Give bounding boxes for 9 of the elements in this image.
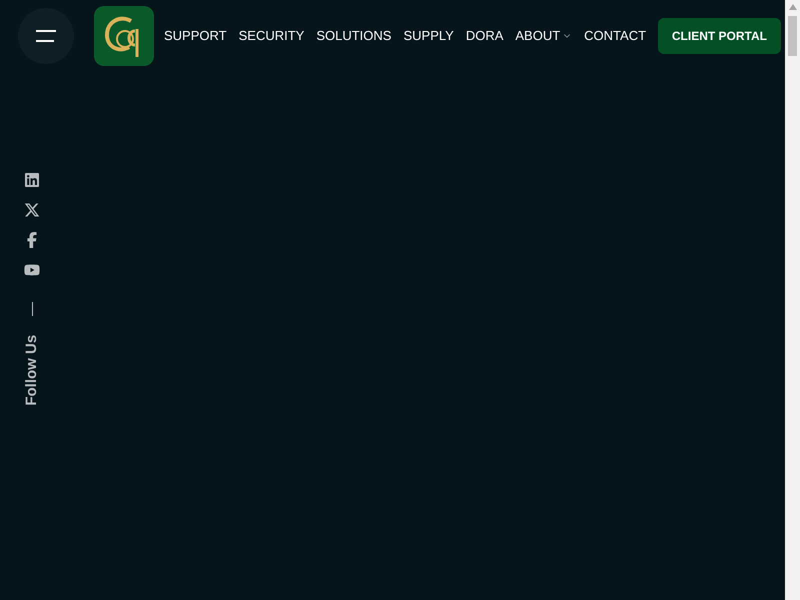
nav-link[interactable]: DORA: [466, 26, 504, 46]
nav-link[interactable]: SECURITY: [238, 26, 304, 46]
follow-us-label: Follow Us: [22, 334, 41, 406]
client-portal-button[interactable]: CLIENT PORTAL: [658, 18, 781, 54]
nav-link[interactable]: SOLUTIONS: [316, 26, 392, 46]
nav-link[interactable]: SUPPLY: [403, 26, 454, 46]
nav-link[interactable]: SUPPORT: [164, 26, 227, 46]
nav-dropdown[interactable]: ABOUT: [515, 26, 572, 46]
nav-link[interactable]: CONTACT: [584, 26, 646, 46]
